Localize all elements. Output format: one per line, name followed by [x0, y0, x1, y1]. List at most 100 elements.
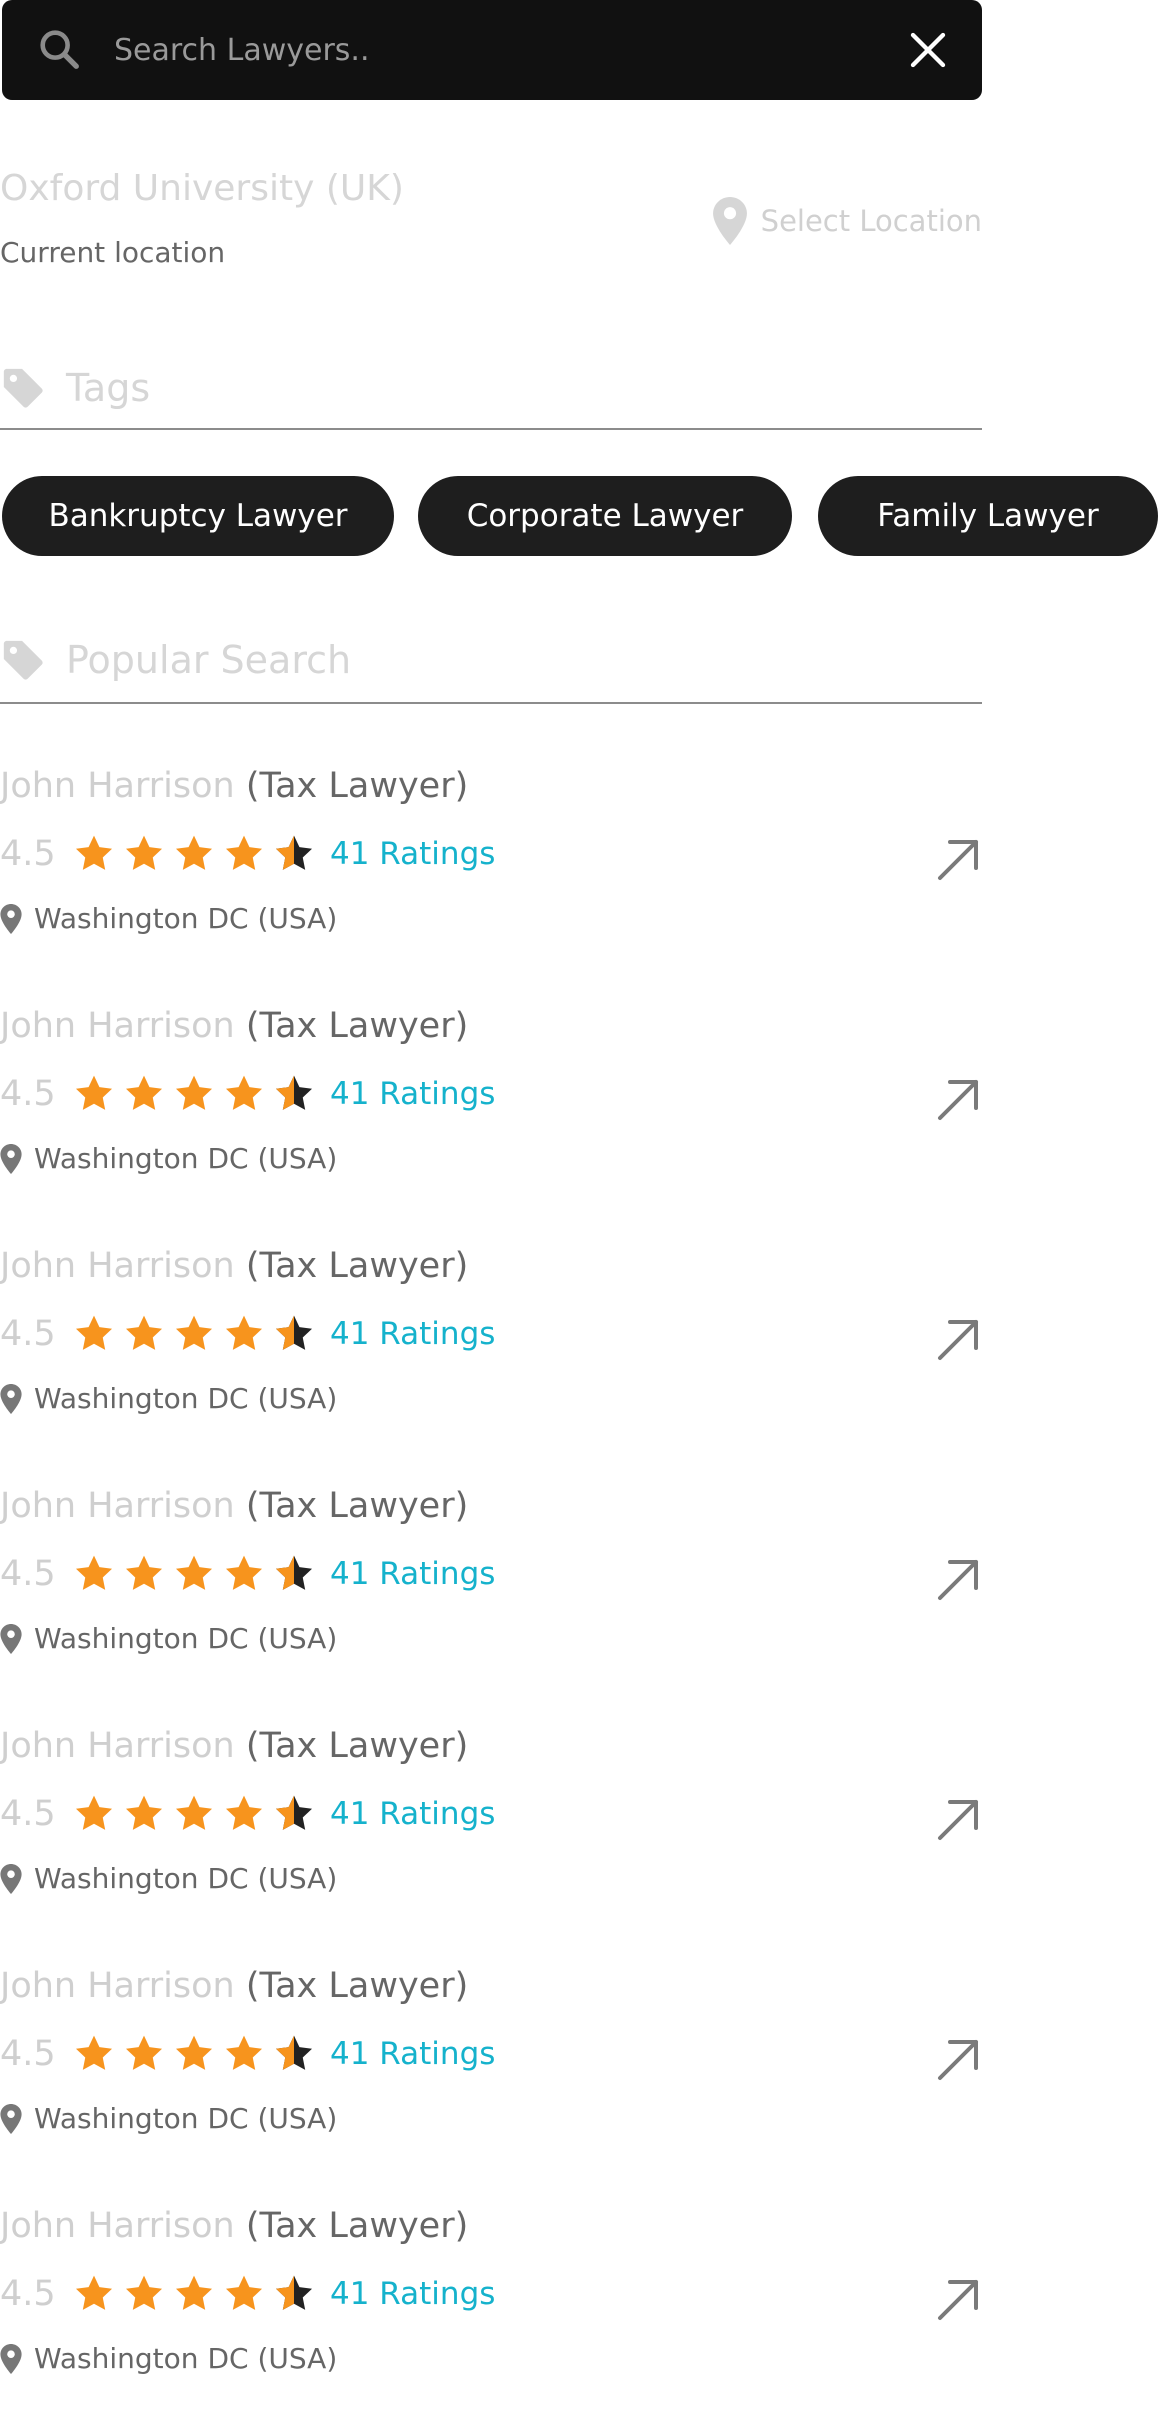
rating-stars: [72, 1553, 316, 1595]
star-icon: [125, 1075, 163, 1110]
ratings-count-link[interactable]: 41 Ratings: [330, 2276, 495, 2312]
lawyer-name: John Harrison: [0, 2206, 235, 2246]
tag-chip-corporate-lawyer[interactable]: Corporate Lawyer: [418, 476, 792, 556]
lawyer-name: John Harrison: [0, 1726, 235, 1766]
rating-stars: [72, 2273, 316, 2315]
lawyer-location-text: Washington DC (USA): [34, 902, 338, 935]
rating-score: 4.5: [0, 1314, 56, 1354]
search-bar: [2, 0, 982, 100]
star-icon: [125, 1315, 163, 1350]
map-pin-icon: [0, 2103, 22, 2134]
lawyer-location: Washington DC (USA): [0, 2102, 337, 2135]
arrow-up-right-icon[interactable]: [934, 836, 982, 884]
arrow-up-right-icon[interactable]: [934, 1316, 982, 1364]
arrow-up-right-icon[interactable]: [934, 2036, 982, 2084]
select-location-button[interactable]: Select Location: [712, 197, 982, 245]
lawyer-type: (Tax Lawyer): [245, 766, 469, 806]
tag-chip-bankruptcy-lawyer[interactable]: Bankruptcy Lawyer: [2, 476, 394, 556]
star-icon: [275, 1795, 313, 1830]
arrow-up-right-icon[interactable]: [934, 1556, 982, 1604]
lawyer-search-screen: Oxford University (UK) Current location …: [0, 0, 1160, 2379]
rating-score: 4.5: [0, 1554, 56, 1594]
current-location-name: Oxford University (UK): [0, 168, 404, 209]
lawyer-type: (Tax Lawyer): [245, 1006, 469, 1046]
map-pin-icon: [0, 1623, 22, 1654]
lawyer-name: John Harrison: [0, 1246, 235, 1286]
lawyer-rating: 4.5 41 Ratings: [0, 1072, 495, 1116]
lawyer-location-text: Washington DC (USA): [34, 2342, 338, 2375]
lawyer-list-item[interactable]: John Harrison (Tax Lawyer) 4.5 41 Rating…: [0, 756, 982, 996]
map-pin-icon: [0, 903, 22, 934]
rating-stars: [72, 1793, 316, 1835]
lawyer-name: John Harrison: [0, 1006, 235, 1046]
star-icon: [75, 1315, 113, 1350]
lawyer-location: Washington DC (USA): [0, 1142, 337, 1175]
ratings-count-link[interactable]: 41 Ratings: [330, 2036, 495, 2072]
map-pin-icon: [0, 1143, 22, 1174]
star-icon: [125, 835, 163, 870]
current-location-label: Current location: [0, 236, 226, 269]
arrow-up-right-icon[interactable]: [934, 2276, 982, 2324]
rating-stars: [72, 1313, 316, 1355]
lawyer-rating: 4.5 41 Ratings: [0, 1552, 495, 1596]
rating-stars: [72, 833, 316, 875]
star-icon: [125, 1795, 163, 1830]
lawyer-list-item[interactable]: John Harrison (Tax Lawyer) 4.5 41 Rating…: [0, 996, 982, 1236]
lawyer-name-line: John Harrison (Tax Lawyer): [0, 766, 468, 806]
map-pin-icon: [712, 197, 747, 245]
star-icon: [125, 1555, 163, 1590]
lawyer-list-item[interactable]: John Harrison (Tax Lawyer) 4.5 41 Rating…: [0, 1956, 982, 2196]
tag-chip-family-lawyer[interactable]: Family Lawyer: [818, 476, 1158, 556]
star-icon: [275, 1555, 313, 1590]
lawyer-name-line: John Harrison (Tax Lawyer): [0, 1246, 468, 1286]
star-icon: [75, 2275, 113, 2310]
star-icon: [175, 1555, 213, 1590]
star-icon: [175, 1315, 213, 1350]
popular-search-title: Popular Search: [66, 638, 352, 682]
lawyer-list: John Harrison (Tax Lawyer) 4.5 41 Rating…: [0, 756, 982, 2436]
star-icon: [225, 2275, 263, 2310]
lawyer-name-line: John Harrison (Tax Lawyer): [0, 1486, 468, 1526]
ratings-count-link[interactable]: 41 Ratings: [330, 1556, 495, 1592]
lawyer-name: John Harrison: [0, 1966, 235, 2006]
lawyer-location: Washington DC (USA): [0, 2342, 337, 2375]
rating-score: 4.5: [0, 1794, 56, 1834]
arrow-up-right-icon[interactable]: [934, 1796, 982, 1844]
lawyer-location-text: Washington DC (USA): [34, 2102, 338, 2135]
lawyer-name-line: John Harrison (Tax Lawyer): [0, 2206, 468, 2246]
star-icon: [175, 835, 213, 870]
star-icon: [75, 835, 113, 870]
lawyer-name-line: John Harrison (Tax Lawyer): [0, 1966, 468, 2006]
search-icon[interactable]: [36, 26, 82, 72]
ratings-count-link[interactable]: 41 Ratings: [330, 1076, 495, 1112]
lawyer-rating: 4.5 41 Ratings: [0, 1312, 495, 1356]
lawyer-list-item[interactable]: John Harrison (Tax Lawyer) 4.5 41 Rating…: [0, 1716, 982, 1956]
lawyer-type: (Tax Lawyer): [245, 2206, 469, 2246]
lawyer-type: (Tax Lawyer): [245, 1966, 469, 2006]
rating-stars: [72, 1073, 316, 1115]
lawyer-type: (Tax Lawyer): [245, 1726, 469, 1766]
lawyer-location: Washington DC (USA): [0, 902, 337, 935]
star-icon: [125, 2035, 163, 2070]
lawyer-list-item[interactable]: John Harrison (Tax Lawyer) 4.5 41 Rating…: [0, 1236, 982, 1476]
close-icon[interactable]: [908, 30, 948, 70]
star-icon: [225, 1795, 263, 1830]
star-icon: [75, 2035, 113, 2070]
search-input[interactable]: [112, 24, 876, 76]
star-icon: [175, 1795, 213, 1830]
ratings-count-link[interactable]: 41 Ratings: [330, 1316, 495, 1352]
lawyer-rating: 4.5 41 Ratings: [0, 1792, 495, 1836]
star-icon: [175, 2035, 213, 2070]
star-icon: [75, 1795, 113, 1830]
lawyer-list-item[interactable]: John Harrison (Tax Lawyer) 4.5 41 Rating…: [0, 2196, 982, 2436]
lawyer-name-line: John Harrison (Tax Lawyer): [0, 1726, 468, 1766]
lawyer-location: Washington DC (USA): [0, 1862, 337, 1895]
lawyer-location-text: Washington DC (USA): [34, 1382, 338, 1415]
star-icon: [225, 835, 263, 870]
lawyer-list-item[interactable]: John Harrison (Tax Lawyer) 4.5 41 Rating…: [0, 1476, 982, 1716]
tag-chips: Bankruptcy Lawyer Corporate Lawyer Famil…: [2, 476, 1160, 556]
ratings-count-link[interactable]: 41 Ratings: [330, 836, 495, 872]
arrow-up-right-icon[interactable]: [934, 1076, 982, 1124]
ratings-count-link[interactable]: 41 Ratings: [330, 1796, 495, 1832]
lawyer-location-text: Washington DC (USA): [34, 1622, 338, 1655]
